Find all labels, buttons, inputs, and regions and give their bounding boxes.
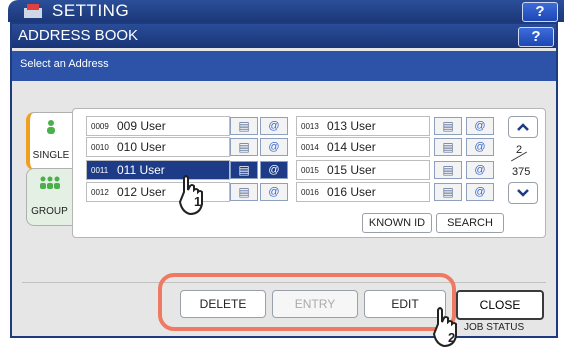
fax-icon[interactable]: ▤ <box>230 117 258 135</box>
fax-icon[interactable]: ▤ <box>230 161 258 179</box>
entry-name: 016 User <box>327 185 376 199</box>
email-icon[interactable]: @ <box>466 138 494 156</box>
email-icon[interactable]: @ <box>260 117 288 135</box>
list-item[interactable]: 0015 015 User <box>296 160 430 180</box>
email-icon[interactable]: @ <box>466 183 494 201</box>
entry-number: 0013 <box>301 122 319 131</box>
step-number: 2 <box>448 330 456 345</box>
entry-number: 0016 <box>301 188 319 197</box>
entry-number: 0009 <box>91 122 109 131</box>
entry-name: 013 User <box>327 119 376 133</box>
chevron-down-icon <box>517 189 529 197</box>
entry-name: 012 User <box>117 185 166 199</box>
email-icon[interactable]: @ <box>260 183 288 201</box>
entry-number: 0011 <box>91 166 109 175</box>
chevron-up-icon <box>517 123 529 131</box>
email-icon[interactable]: @ <box>260 161 288 179</box>
setting-icon <box>24 4 42 18</box>
fax-icon[interactable]: ▤ <box>434 138 462 156</box>
highlight-outline <box>158 273 456 331</box>
total-pages: 375 <box>512 166 531 178</box>
job-status-button[interactable]: JOB STATUS <box>464 322 524 333</box>
fax-icon[interactable]: ▤ <box>434 183 462 201</box>
page-up-button[interactable] <box>508 116 538 138</box>
entry-name: 014 User <box>327 140 376 154</box>
entry-number: 0012 <box>91 188 109 197</box>
tab-single-label: SINGLE <box>32 150 70 161</box>
list-item[interactable]: 0013 013 User <box>296 116 430 136</box>
dialog-title: ADDRESS BOOK <box>18 27 139 44</box>
list-item[interactable]: 0014 014 User <box>296 137 430 157</box>
pointing-hand-icon: 1 <box>176 174 208 218</box>
pointing-hand-icon: 2 <box>430 306 462 352</box>
list-item[interactable]: 0012 012 User <box>86 182 230 202</box>
entry-name: 009 User <box>117 119 166 133</box>
entry-number: 0010 <box>91 143 109 152</box>
fax-icon[interactable]: ▤ <box>434 161 462 179</box>
list-item-selected[interactable]: 0011 011 User <box>86 160 230 180</box>
list-item[interactable]: 0010 010 User <box>86 137 230 157</box>
entry-number: 0015 <box>301 166 319 175</box>
known-id-button[interactable]: KNOWN ID <box>362 213 432 233</box>
entry-name: 011 User <box>117 163 165 177</box>
group-icon <box>27 175 72 194</box>
fax-icon[interactable]: ▤ <box>230 183 258 201</box>
help-button[interactable]: ? <box>522 2 558 22</box>
list-item[interactable]: 0009 009 User <box>86 116 230 136</box>
tab-group[interactable]: GROUP <box>26 168 72 226</box>
list-item[interactable]: 0016 016 User <box>296 182 430 202</box>
tab-single[interactable]: SINGLE <box>26 112 72 170</box>
dialog-help-button[interactable]: ? <box>518 27 554 47</box>
search-button[interactable]: SEARCH <box>436 213 504 233</box>
fax-icon[interactable]: ▤ <box>434 117 462 135</box>
person-icon <box>30 119 72 138</box>
email-icon[interactable]: @ <box>466 161 494 179</box>
entry-name: 010 User <box>117 140 166 154</box>
entry-name: 015 User <box>327 163 376 177</box>
email-icon[interactable]: @ <box>260 138 288 156</box>
entry-number: 0014 <box>301 143 319 152</box>
email-icon[interactable]: @ <box>466 117 494 135</box>
app-title: SETTING <box>52 1 130 20</box>
instruction-text: Select an Address <box>20 58 109 70</box>
step-number: 1 <box>194 194 202 209</box>
close-button[interactable]: CLOSE <box>456 290 544 320</box>
fax-icon[interactable]: ▤ <box>230 138 258 156</box>
tab-group-label: GROUP <box>31 206 68 217</box>
page-down-button[interactable] <box>508 182 538 204</box>
